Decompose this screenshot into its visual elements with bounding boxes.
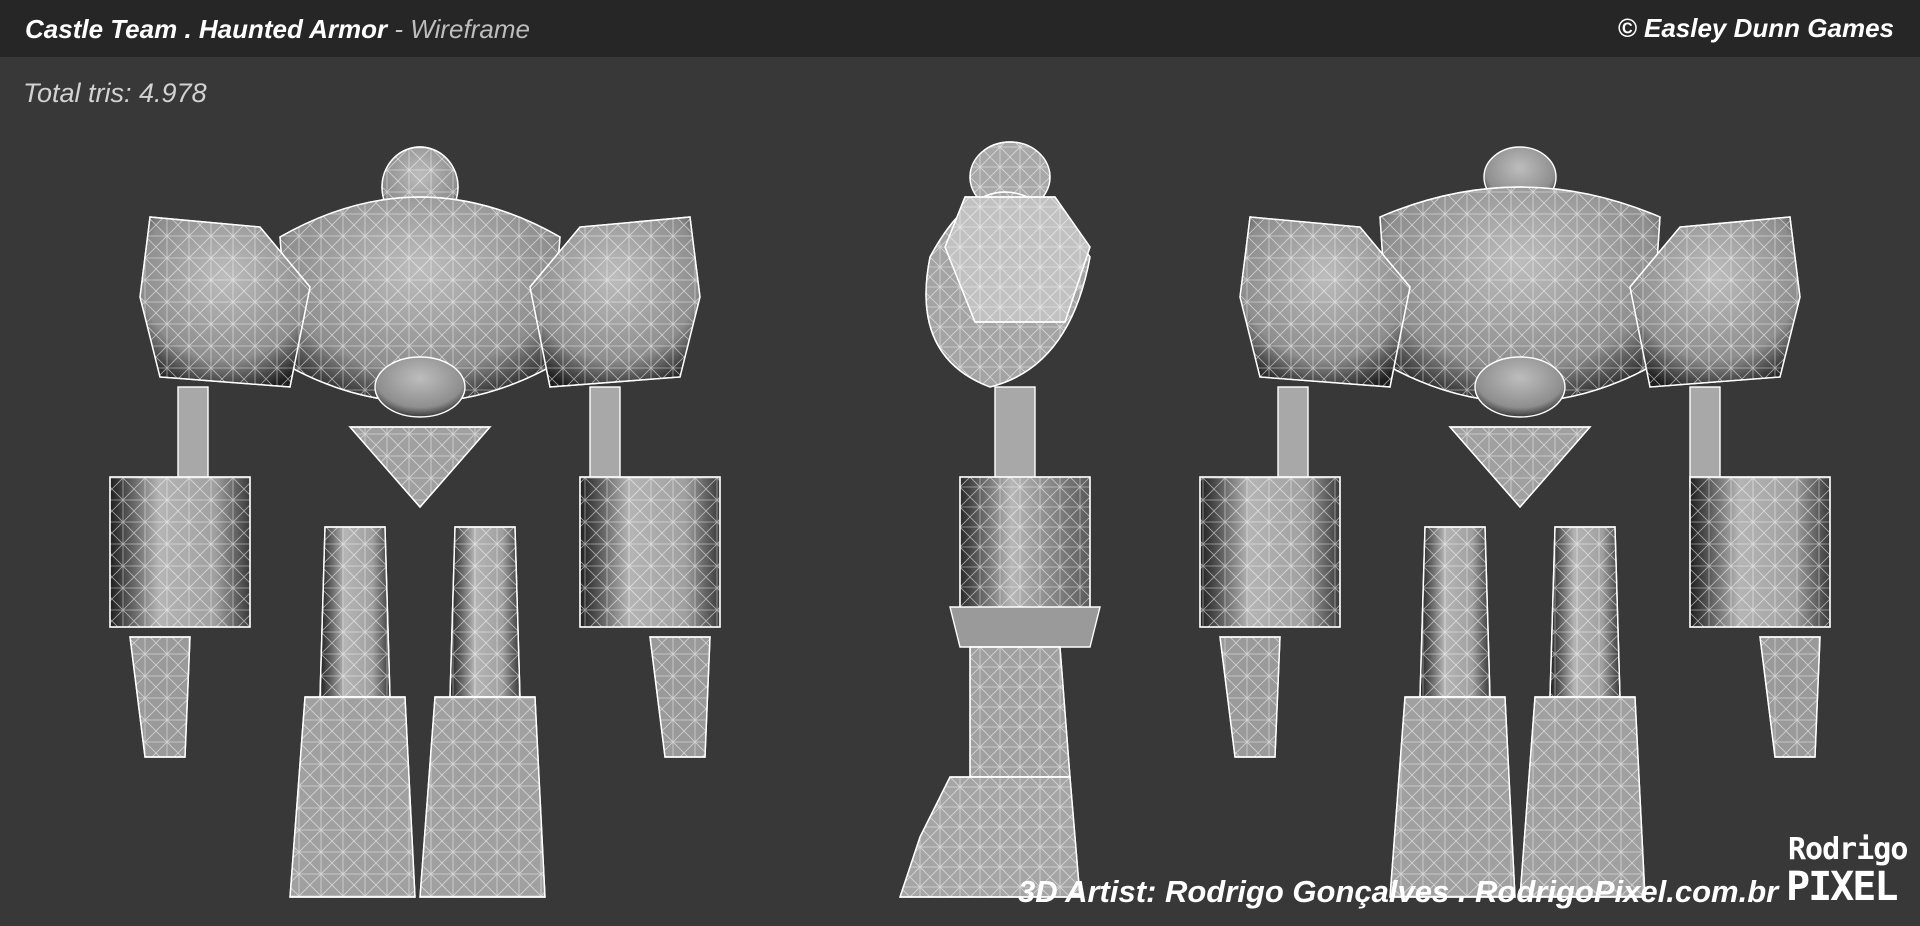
header-bar: Castle Team . Haunted Armor - Wireframe … [0, 0, 1920, 57]
title-separator: - [387, 14, 411, 44]
title-main: Castle Team . Haunted Armor [25, 14, 388, 44]
front-view [109, 146, 721, 898]
back-view [1199, 146, 1831, 898]
page-title: Castle Team . Haunted Armor - Wireframe [25, 14, 530, 45]
side-view [899, 141, 1101, 898]
back-mesh [1199, 146, 1831, 898]
logo-line-2: PIXEL [1786, 864, 1898, 910]
rodrigo-pixel-logo: Rodrigo PIXEL [1786, 832, 1908, 914]
title-mode: Wireframe [410, 14, 530, 44]
logo-line-1: Rodrigo [1788, 832, 1908, 867]
model-viewport [0, 57, 1920, 926]
front-mesh [109, 146, 721, 898]
side-mesh [899, 141, 1101, 898]
copyright-text: © Easley Dunn Games [1617, 13, 1894, 43]
artist-credit: 3D Artist: Rodrigo Gonçalves . RodrigoPi… [1018, 874, 1779, 909]
